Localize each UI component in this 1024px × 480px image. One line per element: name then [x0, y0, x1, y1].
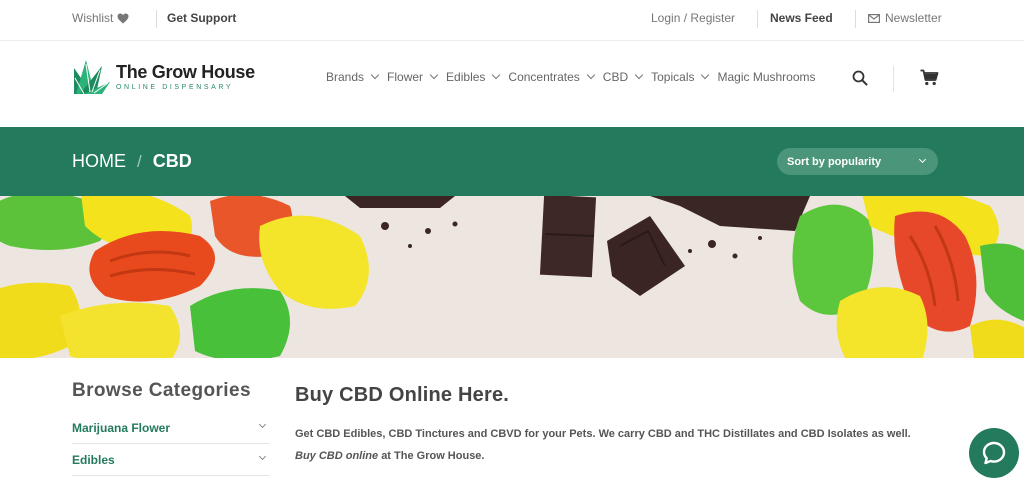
sidebar-title: Browse Categories	[72, 380, 251, 401]
nav-label: Edibles	[446, 70, 486, 84]
nav-label: Brands	[326, 70, 365, 84]
top-bar: Wishlist Get Support Login / Register Ne…	[0, 0, 1024, 41]
nav-item-flower[interactable]: Flower	[387, 70, 439, 84]
divider	[893, 66, 894, 92]
chat-icon	[982, 441, 1006, 465]
nav-item-concentrates[interactable]: Concentrates	[508, 70, 596, 84]
chevron-down-icon[interactable]	[258, 420, 267, 429]
intro-tail: at The Grow House.	[381, 450, 485, 462]
chat-button[interactable]	[969, 428, 1019, 478]
nav-item-edibles[interactable]: Edibles	[446, 70, 501, 84]
site-header: The Grow House ONLINE DISPENSARY Brands …	[0, 41, 1024, 127]
breadcrumb-current: CBD	[152, 151, 192, 171]
sidebar: Browse Categories Marijuana Flower Edibl…	[72, 380, 270, 476]
category-item-edibles[interactable]: Edibles	[72, 444, 270, 476]
chevron-down-icon	[370, 70, 380, 80]
nav-item-brands[interactable]: Brands	[326, 70, 380, 84]
sort-select[interactable]: Sort by popularity	[777, 148, 938, 175]
newsletter-label: Newsletter	[885, 11, 942, 25]
chevron-down-icon	[918, 155, 927, 164]
category-item-marijuana-flower[interactable]: Marijuana Flower	[72, 412, 270, 444]
logo[interactable]: The Grow House ONLINE DISPENSARY	[72, 58, 255, 96]
category-description: Buy CBD Online Here. Get CBD Edibles, CB…	[295, 384, 925, 467]
intro-body: Get CBD Edibles, CBD Tinctures and CBVD …	[295, 428, 911, 440]
nav-label: Topicals	[651, 70, 695, 84]
divider	[156, 10, 157, 28]
nav-label: CBD	[602, 70, 629, 84]
nav-label: Flower	[387, 70, 424, 84]
banner-illustration	[0, 196, 1024, 358]
breadcrumb-home[interactable]: HOME	[72, 151, 126, 172]
login-register-link[interactable]: Login / Register	[651, 11, 735, 25]
nav-item-cbd[interactable]: CBD	[602, 70, 644, 84]
divider	[855, 10, 856, 28]
leaf-logo-icon	[72, 58, 112, 96]
intro-emphasis: Buy CBD online	[295, 450, 379, 462]
page-heading: Buy CBD Online Here.	[295, 384, 510, 406]
sort-selected-value: Sort by popularity	[787, 155, 882, 168]
search-icon[interactable]	[852, 70, 868, 86]
chevron-down-icon	[634, 70, 644, 80]
category-banner-image	[0, 196, 1024, 358]
logo-title: The Grow House	[116, 62, 255, 82]
page-title-band: HOME / CBD Sort by popularity	[0, 127, 1024, 196]
chevron-down-icon	[701, 70, 710, 80]
category-label: Edibles	[72, 452, 115, 467]
divider	[757, 10, 758, 28]
breadcrumb: HOME / CBD	[72, 151, 192, 172]
newsletter-link[interactable]: Newsletter	[868, 11, 942, 25]
chevron-down-icon	[586, 70, 596, 80]
nav-item-topicals[interactable]: Topicals	[651, 70, 710, 84]
nav-label: Concentrates	[508, 70, 580, 84]
chevron-down-icon	[492, 70, 501, 80]
chevron-down-icon[interactable]	[258, 452, 267, 461]
wishlist-label: Wishlist	[72, 11, 114, 25]
nav-label: Magic Mushrooms	[717, 70, 816, 84]
breadcrumb-separator: /	[137, 151, 142, 171]
cart-icon[interactable]	[920, 69, 939, 86]
news-feed-link[interactable]: News Feed	[770, 11, 833, 25]
wishlist-link[interactable]: Wishlist	[72, 11, 129, 25]
chevron-down-icon	[429, 70, 439, 80]
heart-icon	[117, 13, 129, 23]
get-support-link[interactable]: Get Support	[167, 11, 236, 25]
main-nav: Brands Flower Edibles Concentrates CBD T…	[326, 70, 825, 84]
logo-subtitle: ONLINE DISPENSARY	[116, 84, 234, 91]
envelope-icon	[868, 13, 880, 23]
category-label: Marijuana Flower	[72, 420, 171, 435]
intro-text: Get CBD Edibles, CBD Tinctures and CBVD …	[295, 423, 925, 467]
nav-item-magic-mushrooms[interactable]: Magic Mushrooms	[717, 70, 815, 84]
